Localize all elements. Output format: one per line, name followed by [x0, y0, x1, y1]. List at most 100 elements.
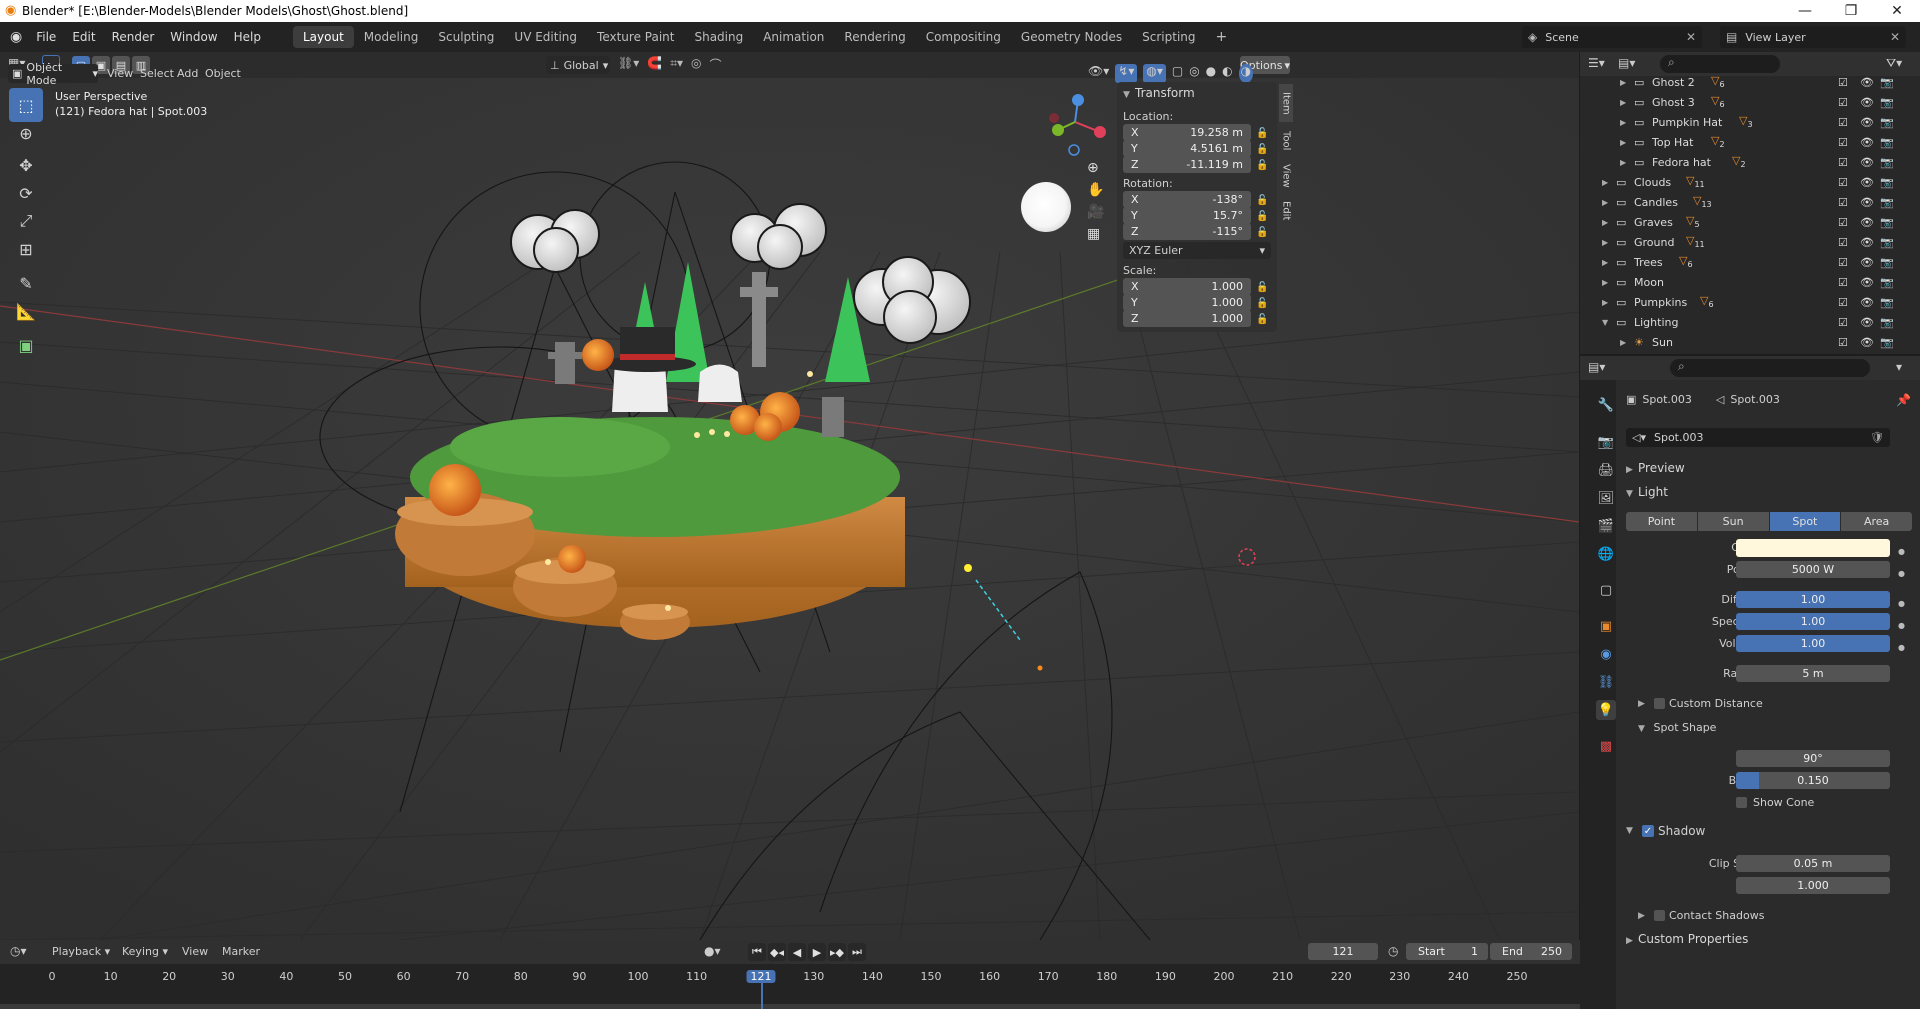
- keyframe-dot-icon[interactable]: ●: [1898, 615, 1905, 637]
- camera-icon[interactable]: 🎥: [1087, 204, 1104, 220]
- scene-tab-icon[interactable]: 🎬: [1596, 516, 1616, 536]
- scene-selector[interactable]: ◈ Scene ✕: [1522, 26, 1702, 48]
- expand-arrow-icon[interactable]: ▶: [1602, 198, 1608, 207]
- exclude-checkbox-icon[interactable]: ☑: [1838, 236, 1848, 249]
- exclude-checkbox-icon[interactable]: ☑: [1838, 216, 1848, 229]
- tool-tab-icon[interactable]: 🔧: [1596, 395, 1616, 415]
- camera-render-icon[interactable]: 📷: [1880, 76, 1894, 89]
- eye-icon[interactable]: 👁: [1860, 256, 1874, 269]
- custom-distance-checkbox[interactable]: [1654, 698, 1665, 709]
- eye-icon[interactable]: 👁: [1860, 136, 1874, 149]
- tab-scripting[interactable]: Scripting: [1132, 26, 1205, 48]
- exclude-checkbox-icon[interactable]: ☑: [1838, 96, 1848, 109]
- eye-icon[interactable]: 👁: [1860, 76, 1874, 89]
- chevron-down-icon[interactable]: ▾: [1896, 360, 1902, 374]
- properties-editor-icon[interactable]: ▤▾: [1588, 360, 1605, 374]
- tab-layout[interactable]: Layout: [292, 26, 354, 48]
- eye-icon[interactable]: 👁: [1860, 116, 1874, 129]
- light-type-sun[interactable]: Sun: [1697, 512, 1769, 531]
- contact-shadows-checkbox[interactable]: [1654, 910, 1665, 921]
- outliner-row[interactable]: ▶ ☀ Sun ☑ 👁 📷: [1582, 332, 1904, 352]
- timeline-menu-playback[interactable]: Playback ▾: [52, 945, 110, 958]
- solid-shading-icon[interactable]: ●: [1206, 64, 1216, 83]
- camera-render-icon[interactable]: 📷: [1880, 116, 1894, 129]
- location-x-field[interactable]: X 19.258 m: [1123, 124, 1251, 141]
- outliner-row[interactable]: ▶ ▭ Pumpkin Hat ▽3 ☑ 👁 📷: [1582, 112, 1904, 132]
- camera-render-icon[interactable]: 📷: [1880, 276, 1894, 289]
- tab-compositing[interactable]: Compositing: [916, 26, 1011, 48]
- menu-help[interactable]: Help: [226, 30, 269, 44]
- outliner-row[interactable]: ▶ ▭ Fedora hat ▽2 ☑ 👁 📷: [1582, 152, 1904, 172]
- lock-icon[interactable]: 🔓: [1256, 280, 1268, 296]
- lock-icon[interactable]: 🔓: [1256, 158, 1268, 174]
- scale-z-field[interactable]: Z 1.000: [1123, 310, 1251, 327]
- tab-edit[interactable]: Edit: [1279, 196, 1293, 226]
- properties-search-input[interactable]: ⌕: [1670, 359, 1870, 377]
- rotation-z-field[interactable]: Z -115°: [1123, 223, 1251, 240]
- lock-icon[interactable]: 🔓: [1256, 209, 1268, 225]
- output-tab-icon[interactable]: 🖨: [1596, 460, 1616, 480]
- camera-render-icon[interactable]: 📷: [1880, 336, 1894, 349]
- viewport-menu-add[interactable]: Add: [177, 67, 198, 80]
- tab-tool[interactable]: Tool: [1279, 126, 1293, 156]
- exclude-checkbox-icon[interactable]: ☑: [1838, 296, 1848, 309]
- navigation-gizmo[interactable]: [1040, 92, 1110, 162]
- play-reverse-icon[interactable]: ◀: [788, 943, 806, 961]
- menu-render[interactable]: Render: [104, 30, 163, 44]
- custom-distance-subpanel[interactable]: ▶ Custom Distance: [1638, 697, 1763, 710]
- light-type-point[interactable]: Point: [1626, 512, 1697, 531]
- clock-icon[interactable]: ◷: [1388, 944, 1398, 958]
- wireframe-shading-icon[interactable]: ◎: [1189, 64, 1199, 83]
- display-mode-icon[interactable]: ▤▾: [1618, 56, 1635, 70]
- outliner-search-input[interactable]: ⌕: [1660, 55, 1780, 73]
- jump-start-icon[interactable]: ⏮: [748, 943, 766, 961]
- exclude-checkbox-icon[interactable]: ☑: [1838, 196, 1848, 209]
- viewport-menu-view[interactable]: View: [107, 67, 133, 80]
- outliner-row[interactable]: ▶ ▭ Pumpkins ▽6 ☑ 👁 📷: [1582, 292, 1904, 312]
- timeline-menu-marker[interactable]: Marker: [222, 945, 260, 958]
- eye-icon[interactable]: 👁: [1860, 336, 1874, 349]
- location-z-field[interactable]: Z -11.119 m: [1123, 156, 1251, 173]
- camera-render-icon[interactable]: 📷: [1880, 256, 1894, 269]
- light-type-spot[interactable]: Spot: [1769, 512, 1841, 531]
- exclude-checkbox-icon[interactable]: ☑: [1838, 116, 1848, 129]
- view-layer-close-icon[interactable]: ✕: [1890, 30, 1900, 44]
- pan-hand-icon[interactable]: ✋: [1087, 182, 1104, 198]
- blend-field[interactable]: 0.150: [1736, 772, 1890, 789]
- expand-arrow-icon[interactable]: ▶: [1602, 178, 1608, 187]
- light-color-swatch[interactable]: [1736, 539, 1890, 557]
- camera-render-icon[interactable]: 📷: [1880, 236, 1894, 249]
- blender-menu-icon[interactable]: ◉: [10, 29, 22, 45]
- show-cone-option[interactable]: Show Cone: [1736, 796, 1814, 809]
- outliner-row[interactable]: ▶ ▭ Graves ▽5 ☑ 👁 📷: [1582, 212, 1904, 232]
- tool-transform[interactable]: ⊞: [9, 232, 43, 266]
- eye-icon[interactable]: 👁: [1860, 96, 1874, 109]
- eye-icon[interactable]: 👁: [1860, 216, 1874, 229]
- exclude-checkbox-icon[interactable]: ☑: [1838, 276, 1848, 289]
- rotation-y-field[interactable]: Y 15.7°: [1123, 207, 1251, 224]
- outliner-editor-icon[interactable]: ☰▾: [1588, 56, 1605, 70]
- scale-x-field[interactable]: X 1.000: [1123, 278, 1251, 295]
- exclude-checkbox-icon[interactable]: ☑: [1838, 316, 1848, 329]
- light-data-tab-icon[interactable]: 💡: [1596, 700, 1616, 720]
- tab-uv-editing[interactable]: UV Editing: [504, 26, 587, 48]
- view-layer-tab-icon[interactable]: 🖼: [1596, 488, 1616, 508]
- shadow-panel-header[interactable]: ▼ ✓ Shadow: [1626, 824, 1705, 838]
- exclude-checkbox-icon[interactable]: ☑: [1838, 156, 1848, 169]
- light-datablock-selector[interactable]: ◁▾ Spot.003 🛡: [1626, 428, 1890, 447]
- start-frame-field[interactable]: Start 1: [1406, 943, 1488, 960]
- custom-properties-header[interactable]: ▶ Custom Properties: [1626, 932, 1748, 946]
- radius-field[interactable]: 5 m: [1736, 665, 1890, 682]
- render-tab-icon[interactable]: 📷: [1596, 432, 1616, 452]
- eye-icon[interactable]: 👁: [1860, 296, 1874, 309]
- camera-render-icon[interactable]: 📷: [1880, 316, 1894, 329]
- world-tab-icon[interactable]: 🌐: [1596, 544, 1616, 564]
- contact-shadows-subpanel[interactable]: ▶ Contact Shadows: [1638, 909, 1764, 922]
- texture-tab-icon[interactable]: ▩: [1596, 736, 1616, 756]
- playhead-line[interactable]: [761, 982, 764, 1009]
- 3d-viewport[interactable]: ▦▾ ▸ ▢ ▣ ▤ ▥ ⊥ Global ▾ ⛓▾ 🧲 ⌗▾ ◎ ⌒ Opti…: [0, 52, 1579, 940]
- tab-animation[interactable]: Animation: [753, 26, 834, 48]
- lock-icon[interactable]: 🔓: [1256, 193, 1268, 209]
- expand-arrow-icon[interactable]: ▶: [1620, 98, 1626, 107]
- pin-icon[interactable]: 📌: [1896, 393, 1911, 407]
